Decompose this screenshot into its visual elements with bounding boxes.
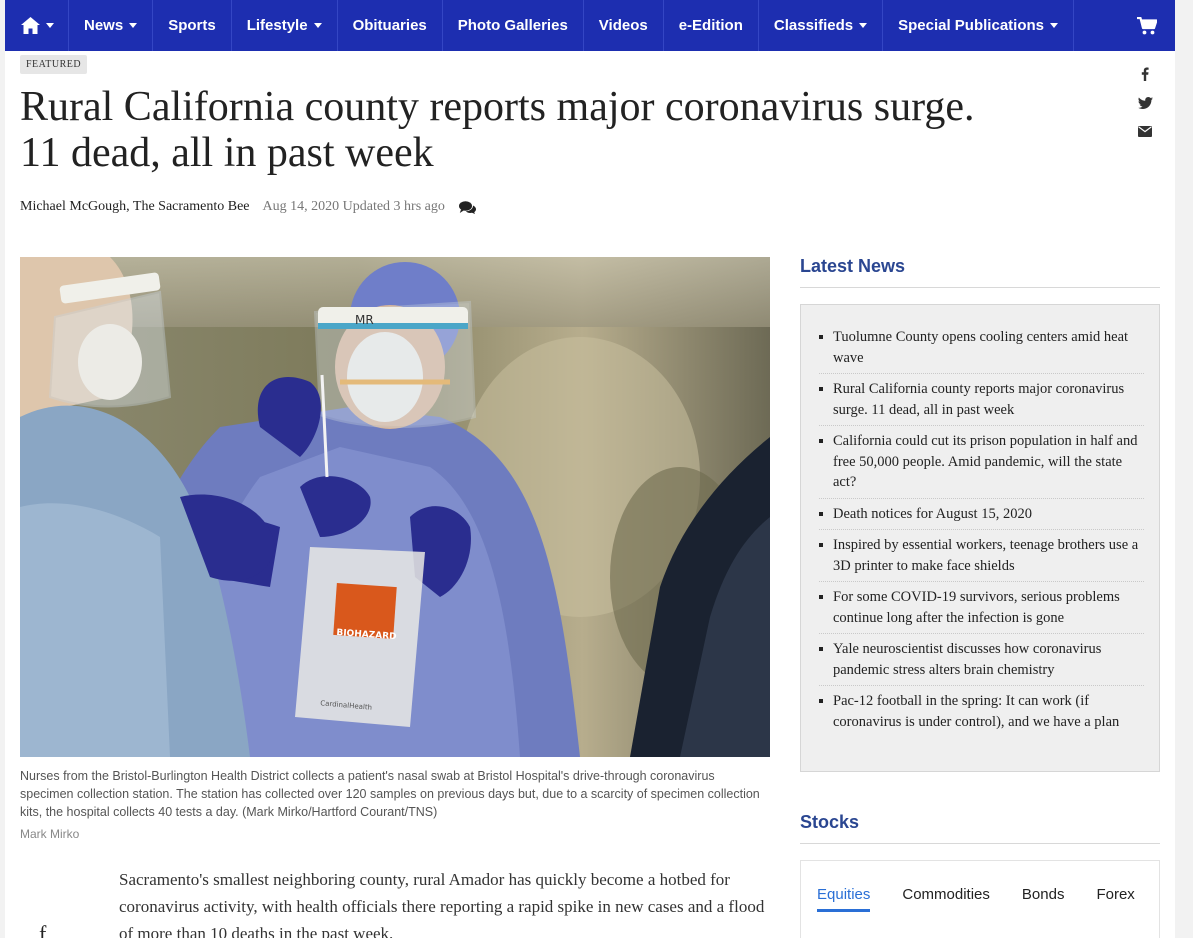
latest-news-link[interactable]: Yale neuroscientist discusses how corona… bbox=[833, 639, 1144, 680]
nav-item-label: Lifestyle bbox=[246, 17, 308, 34]
email-share-button[interactable] bbox=[1137, 117, 1153, 146]
nav-item-e-edition[interactable]: e-Edition bbox=[664, 0, 759, 51]
tab-commodities[interactable]: Commodities bbox=[902, 886, 990, 912]
latest-news-link[interactable]: California could cut its prison populati… bbox=[833, 431, 1144, 493]
latest-news-link[interactable]: Tuolumne County opens cooling centers am… bbox=[833, 327, 1144, 368]
bullet-icon bbox=[819, 691, 833, 732]
tab-bonds[interactable]: Bonds bbox=[1022, 886, 1065, 912]
chevron-down-icon bbox=[859, 23, 868, 28]
nav-item-label: Obituaries bbox=[352, 17, 427, 34]
nav-item-classifieds[interactable]: Classifieds bbox=[759, 0, 884, 51]
nav-item-label: e-Edition bbox=[678, 17, 743, 34]
bullet-icon bbox=[819, 327, 833, 368]
nav-item-photo-galleries[interactable]: Photo Galleries bbox=[443, 0, 584, 51]
latest-news-list: Tuolumne County opens cooling centers am… bbox=[800, 304, 1160, 772]
latest-news-item[interactable]: Pac-12 football in the spring: It can wo… bbox=[819, 686, 1144, 737]
latest-news-link[interactable]: Rural California county reports major co… bbox=[833, 379, 1144, 420]
latest-news-item[interactable]: Tuolumne County opens cooling centers am… bbox=[819, 322, 1144, 374]
facebook-share-button[interactable] bbox=[1137, 59, 1153, 88]
bullet-icon bbox=[819, 587, 833, 628]
email-icon bbox=[1138, 126, 1152, 137]
latest-news-link[interactable]: Inspired by essential workers, teenage b… bbox=[833, 535, 1144, 576]
article-page: FEATURED Rural California county reports… bbox=[5, 51, 1175, 938]
nav-item-label: News bbox=[84, 17, 124, 34]
cart-icon bbox=[1137, 16, 1157, 34]
comments-icon bbox=[458, 200, 476, 214]
latest-news-link[interactable]: Death notices for August 15, 2020 bbox=[833, 504, 1032, 525]
bullet-icon bbox=[819, 639, 833, 680]
publish-date: Aug 14, 2020 Updated 3 hrs ago bbox=[262, 199, 445, 214]
tab-forex[interactable]: Forex bbox=[1096, 886, 1134, 912]
tab-equities[interactable]: Equities bbox=[817, 886, 871, 912]
chevron-down-icon bbox=[46, 23, 54, 28]
nav-item-label: Photo Galleries bbox=[457, 17, 568, 34]
bullet-icon bbox=[819, 379, 833, 420]
visor-name-label: MR bbox=[355, 313, 374, 327]
bullet-icon bbox=[819, 431, 833, 493]
nav-item-lifestyle[interactable]: Lifestyle bbox=[232, 0, 338, 51]
chevron-down-icon bbox=[313, 23, 322, 28]
nav-item-label: Special Publications bbox=[898, 17, 1044, 34]
cart-button[interactable] bbox=[1119, 0, 1175, 51]
latest-news-heading: Latest News bbox=[800, 256, 1160, 288]
stock-tabs: Equities Commodities Bonds Forex bbox=[817, 886, 1167, 912]
twitter-icon bbox=[1137, 96, 1153, 109]
author-name[interactable]: Michael McGough, The Sacramento Bee bbox=[20, 199, 250, 215]
share-bar bbox=[1137, 59, 1153, 146]
latest-news-item[interactable]: California could cut its prison populati… bbox=[819, 426, 1144, 499]
latest-news-item[interactable]: Yale neuroscientist discusses how corona… bbox=[819, 634, 1144, 686]
article-body-paragraph: Sacramento's smallest neighboring county… bbox=[119, 870, 765, 938]
latest-news-item[interactable]: Rural California county reports major co… bbox=[819, 374, 1144, 426]
nav-item-label: Classifieds bbox=[773, 17, 854, 34]
facebook-icon[interactable]: f bbox=[39, 921, 46, 938]
comments-button[interactable] bbox=[458, 200, 476, 214]
nav-item-news[interactable]: News bbox=[69, 0, 154, 51]
featured-tag[interactable]: FEATURED bbox=[20, 55, 88, 74]
bullet-icon bbox=[819, 535, 833, 576]
nav-item-obituaries[interactable]: Obituaries bbox=[338, 0, 443, 51]
home-menu-button[interactable] bbox=[5, 0, 69, 51]
nav-item-videos[interactable]: Videos bbox=[584, 0, 664, 51]
nav-item-special-publications[interactable]: Special Publications bbox=[883, 0, 1074, 51]
latest-news-item[interactable]: For some COVID-19 survivors, serious pro… bbox=[819, 582, 1144, 634]
stocks-heading: Stocks bbox=[800, 812, 1160, 844]
chevron-down-icon bbox=[1050, 23, 1058, 28]
nurses-swab-photo: MR BIOHAZARD CardinalHealth bbox=[20, 257, 770, 757]
facebook-icon bbox=[1141, 67, 1149, 81]
photo-caption: Nurses from the Bristol-Burlington Healt… bbox=[20, 769, 760, 819]
twitter-share-button[interactable] bbox=[1137, 88, 1153, 117]
latest-news-link[interactable]: Pac-12 football in the spring: It can wo… bbox=[833, 691, 1144, 732]
byline: Michael McGough, The Sacramento Bee Aug … bbox=[20, 199, 476, 215]
top-navigation: News Sports Lifestyle Obituaries Photo Galle… bbox=[5, 0, 1175, 51]
stocks-widget: Equities Commodities Bonds Forex bbox=[800, 860, 1160, 938]
article-photo[interactable]: MR BIOHAZARD CardinalHealth bbox=[20, 257, 770, 757]
nav-item-sports[interactable]: Sports bbox=[153, 0, 232, 51]
nav-item-label: Videos bbox=[598, 17, 648, 34]
latest-news-link[interactable]: For some COVID-19 survivors, serious pro… bbox=[833, 587, 1144, 628]
chevron-down-icon bbox=[129, 23, 138, 28]
latest-news-item[interactable]: Inspired by essential workers, teenage b… bbox=[819, 530, 1144, 582]
home-icon bbox=[21, 17, 40, 34]
photo-credit: Mark Mirko bbox=[20, 827, 80, 841]
bullet-icon bbox=[819, 504, 833, 525]
article-headline: Rural California county reports major co… bbox=[20, 84, 975, 176]
nav-item-label: Sports bbox=[168, 17, 216, 34]
latest-news-item[interactable]: Death notices for August 15, 2020 bbox=[819, 499, 1144, 530]
